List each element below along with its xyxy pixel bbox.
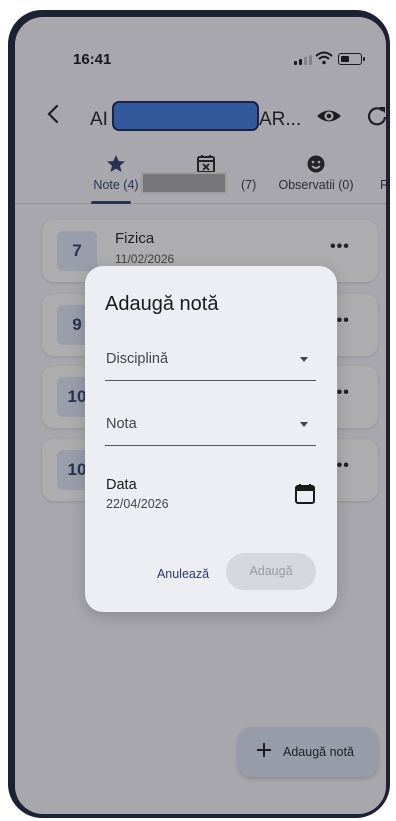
screen: 16:41 AI AR... Note (4) (7) Observatii (… bbox=[15, 17, 386, 814]
dropdown-arrow-icon bbox=[300, 357, 308, 362]
subject-dropdown[interactable]: Disciplină bbox=[105, 341, 316, 381]
add-grade-dialog: Adaugă notă Disciplină Nota Data 22/04/2… bbox=[85, 266, 337, 612]
phone-frame: 16:41 AI AR... Note (4) (7) Observatii (… bbox=[8, 10, 390, 818]
grade-placeholder: Nota bbox=[106, 416, 137, 432]
dialog-title: Adaugă notă bbox=[105, 293, 219, 315]
date-label: Data bbox=[106, 477, 137, 493]
add-button[interactable]: Adaugă bbox=[226, 553, 316, 590]
calendar-icon[interactable] bbox=[293, 482, 317, 506]
date-value: 22/04/2026 bbox=[106, 497, 169, 511]
grade-dropdown[interactable]: Nota bbox=[105, 406, 316, 446]
dropdown-arrow-icon bbox=[300, 422, 308, 427]
subject-placeholder: Disciplină bbox=[106, 351, 169, 367]
cancel-button[interactable]: Anulează bbox=[145, 560, 221, 588]
